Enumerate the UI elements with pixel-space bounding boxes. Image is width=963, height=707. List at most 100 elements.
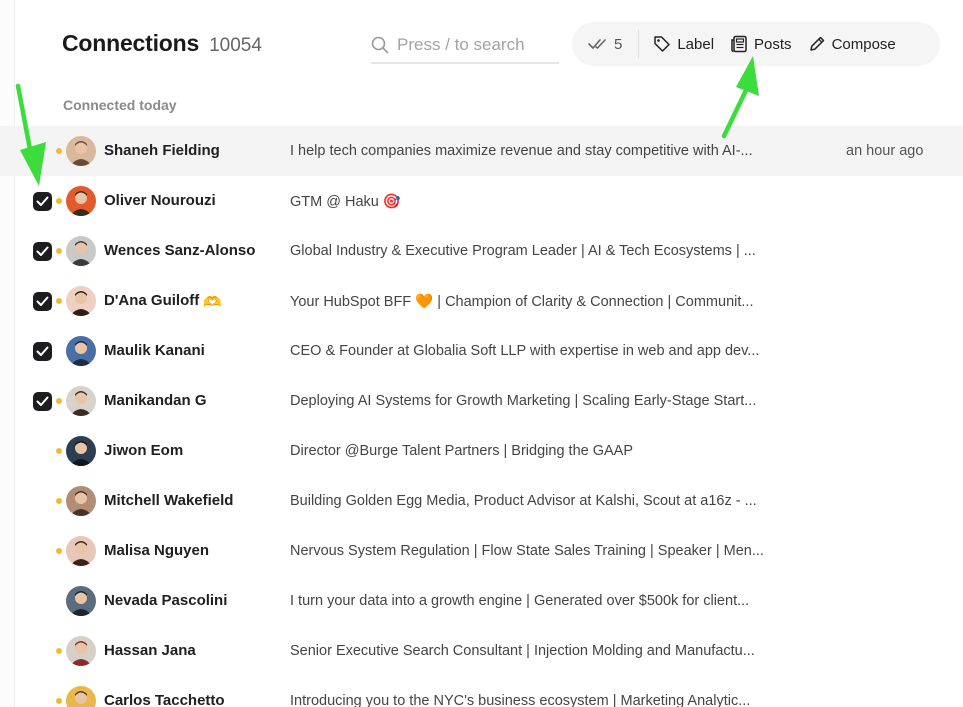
newspaper-icon [731, 35, 747, 53]
connection-row[interactable]: D'Ana Guiloff 🫶 Your HubSpot BFF 🧡 | Champ… [0, 276, 963, 326]
connection-name[interactable]: D'Ana Guiloff 🫶 [104, 292, 222, 311]
avatar[interactable] [66, 586, 96, 616]
connection-headline: I help tech companies maximize revenue a… [290, 143, 753, 159]
connection-name-text: Oliver Nourouzi [104, 192, 216, 209]
row-checkbox[interactable] [33, 242, 52, 261]
avatar[interactable] [66, 486, 96, 516]
avatar[interactable] [66, 236, 96, 266]
page-title: Connections [62, 30, 200, 56]
row-checkbox[interactable] [33, 342, 52, 361]
connection-row[interactable]: Malisa Nguyen Nervous System Regulation |… [0, 526, 963, 576]
avatar[interactable] [66, 286, 96, 316]
compose-button-label: Compose [831, 35, 896, 53]
connections-page: Connections 10054 5 Label [0, 0, 963, 707]
person-avatar-icon [66, 486, 96, 516]
new-indicator-dot [56, 148, 62, 154]
avatar[interactable] [66, 536, 96, 566]
checkmark-icon [36, 246, 49, 256]
search-input[interactable] [397, 35, 557, 55]
connection-name[interactable]: Oliver Nourouzi [104, 192, 216, 209]
person-avatar-icon [66, 136, 96, 166]
connection-row[interactable]: Manikandan G Deploying AI Systems for Gro… [0, 376, 963, 426]
connection-headline: I turn your data into a growth engine | … [290, 593, 750, 609]
new-indicator-dot [56, 448, 62, 454]
connection-name[interactable]: Maulik Kanani [104, 342, 205, 359]
connection-headline: Your HubSpot BFF 🧡 | Champion of Clarity… [290, 294, 754, 310]
row-checkbox[interactable] [33, 392, 52, 411]
checkmark-icon [36, 396, 49, 406]
tag-icon [654, 36, 671, 52]
connection-name[interactable]: Malisa Nguyen [104, 542, 209, 559]
avatar[interactable] [66, 436, 96, 466]
connection-row[interactable]: Wences Sanz-Alonso Global Industry & Exec… [0, 226, 963, 276]
connection-headline: Director @Burge Talent Partners | Bridgi… [290, 443, 634, 459]
connections-list: Shaneh Fielding I help tech companies max… [0, 126, 963, 707]
page-header: Connections 10054 [62, 30, 262, 57]
connection-name[interactable]: Hassan Jana [104, 642, 196, 659]
avatar[interactable] [66, 636, 96, 666]
connection-name[interactable]: Mitchell Wakefield [104, 492, 233, 509]
checkmark-icon [36, 196, 49, 206]
connection-row[interactable]: Maulik Kanani CEO & Founder at Globalia S… [0, 326, 963, 376]
person-avatar-icon [66, 586, 96, 616]
label-button[interactable]: Label [645, 29, 722, 59]
person-avatar-icon [66, 186, 96, 216]
avatar[interactable] [66, 186, 96, 216]
connected-time: an hour ago [846, 143, 924, 159]
new-indicator-dot [56, 198, 62, 204]
connection-name-text: Maulik Kanani [104, 342, 205, 359]
avatar[interactable] [66, 386, 96, 416]
avatar[interactable] [66, 686, 96, 707]
connection-name-text: D'Ana Guiloff [104, 292, 200, 309]
connection-name[interactable]: Shaneh Fielding [104, 142, 220, 159]
person-avatar-icon [66, 436, 96, 466]
connection-name[interactable]: Carlos Tacchetto [104, 692, 225, 707]
name-emoji: 🫶 [203, 294, 222, 311]
connection-headline: Nervous System Regulation | Flow State S… [290, 543, 764, 559]
row-checkbox[interactable] [33, 192, 52, 211]
new-indicator-dot [56, 298, 62, 304]
new-indicator-dot [56, 498, 62, 504]
connection-headline: Building Golden Egg Media, Product Advis… [290, 493, 757, 509]
new-indicator-dot [56, 548, 62, 554]
row-checkbox[interactable] [33, 292, 52, 311]
connection-name-text: Jiwon Eom [104, 442, 184, 459]
connection-name-text: Malisa Nguyen [104, 542, 210, 559]
connection-row[interactable]: Shaneh Fielding I help tech companies max… [0, 126, 963, 176]
selected-count-button[interactable]: 5 [580, 30, 636, 59]
label-button-label: Label [677, 35, 715, 53]
connection-name-text: Wences Sanz-Alonso [104, 242, 256, 259]
connection-row[interactable]: Hassan Jana Senior Executive Search Consu… [0, 626, 963, 676]
connection-name[interactable]: Jiwon Eom [104, 442, 183, 459]
section-label: Connected today [63, 97, 177, 113]
avatar[interactable] [66, 136, 96, 166]
connection-name[interactable]: Nevada Pascolini [104, 592, 227, 609]
selected-count-label: 5 [614, 35, 623, 53]
search-box[interactable] [371, 28, 559, 64]
connection-headline: Senior Executive Search Consultant | Inj… [290, 643, 755, 659]
connection-headline: CEO & Founder at Globalia Soft LLP with … [290, 343, 760, 359]
checkmark-icon [36, 296, 49, 306]
posts-button[interactable]: Posts [722, 29, 800, 59]
connection-row[interactable]: Oliver Nourouzi GTM @ Haku 🎯 [0, 176, 963, 226]
avatar[interactable] [66, 336, 96, 366]
person-avatar-icon [66, 536, 96, 566]
connection-row[interactable]: Nevada Pascolini I turn your data into a … [0, 576, 963, 626]
connection-row[interactable]: Mitchell Wakefield Building Golden Egg Me… [0, 476, 963, 526]
connection-row[interactable]: Carlos Tacchetto Introducing you to the N… [0, 676, 963, 707]
connection-row[interactable]: Jiwon Eom Director @Burge Talent Partners… [0, 426, 963, 476]
connection-name-text: Shaneh Fielding [104, 142, 220, 159]
connection-name-text: Nevada Pascolini [104, 592, 228, 609]
search-icon [371, 36, 389, 54]
connection-name-text: Carlos Tacchetto [104, 692, 225, 707]
new-indicator-dot [56, 648, 62, 654]
connection-headline: Deploying AI Systems for Growth Marketin… [290, 393, 757, 409]
connections-count: 10054 [209, 35, 262, 56]
person-avatar-icon [66, 236, 96, 266]
person-avatar-icon [66, 336, 96, 366]
new-indicator-dot [56, 398, 62, 404]
person-avatar-icon [66, 386, 96, 416]
compose-button[interactable]: Compose [800, 29, 904, 59]
connection-name[interactable]: Wences Sanz-Alonso [104, 242, 255, 259]
connection-name[interactable]: Manikandan G [104, 392, 207, 409]
